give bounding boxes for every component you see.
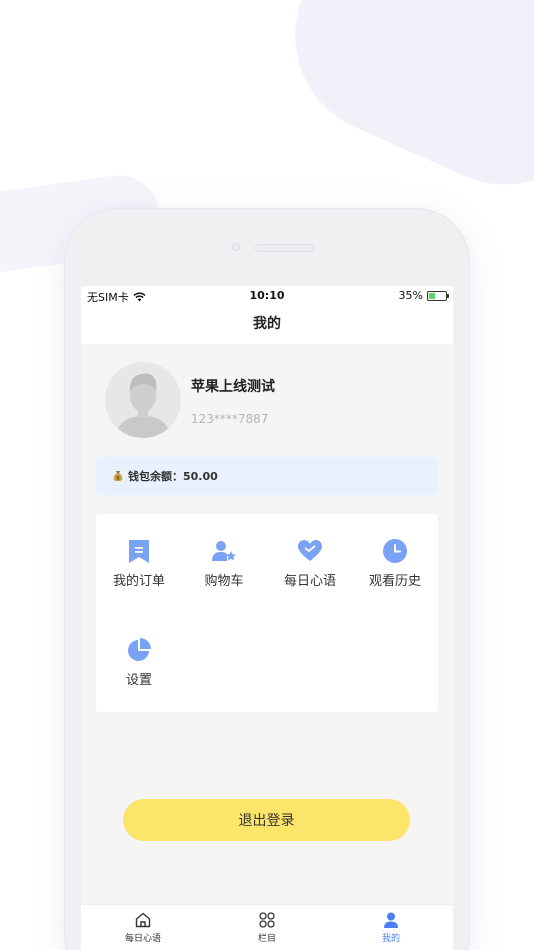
- money-bag-icon: $: [113, 471, 123, 482]
- menu-item-label: 设置: [125, 673, 152, 688]
- menu-grid: 我的订单 购物车 每日心语 观看历史 设置: [96, 514, 438, 712]
- menu-item-orders[interactable]: 我的订单: [96, 538, 182, 589]
- status-bar: 无SIM卡 10:10 35%: [81, 286, 453, 306]
- tab-mine[interactable]: 我的: [341, 911, 441, 944]
- tab-columns[interactable]: 栏目: [217, 911, 317, 944]
- menu-item-label: 观看历史: [368, 574, 421, 589]
- clock-icon: [383, 539, 407, 563]
- background-blob: [263, 0, 534, 217]
- tab-label: 我的: [381, 934, 400, 944]
- menu-item-settings[interactable]: 设置: [96, 637, 182, 688]
- phone-speaker: [255, 244, 315, 252]
- bookmark-icon: [129, 540, 149, 563]
- menu-item-cart[interactable]: 购物车: [181, 538, 267, 589]
- heart-icon: [298, 540, 322, 561]
- menu-item-label: 购物车: [204, 574, 244, 589]
- wallet-label: 钱包余额：50.00: [128, 470, 218, 483]
- wallet-balance-bar[interactable]: $ 钱包余额：50.00: [96, 457, 438, 495]
- tab-bar: 每日心语 栏目 我的: [81, 904, 453, 950]
- svg-text:$: $: [116, 476, 120, 482]
- tab-label: 栏目: [257, 934, 276, 944]
- phone-camera: [232, 243, 240, 251]
- profile-section[interactable]: 苹果上线测试 123****7887: [105, 362, 435, 442]
- status-time: 10:10: [249, 289, 285, 302]
- battery-percent: 35%: [398, 289, 423, 302]
- tab-daily-quote[interactable]: 每日心语: [93, 911, 193, 944]
- pie-chart-icon: [128, 638, 151, 661]
- home-icon: [135, 912, 151, 928]
- menu-item-history[interactable]: 观看历史: [352, 538, 438, 589]
- page-title: 我的: [81, 306, 453, 344]
- profile-name: 苹果上线测试: [191, 379, 275, 395]
- tab-label: 每日心语: [124, 934, 161, 944]
- app-screen: 无SIM卡 10:10 35% 我的 苹果上线测试 123****7887 $ …: [81, 286, 453, 950]
- default-avatar-icon: [105, 362, 181, 438]
- avatar[interactable]: [105, 362, 181, 438]
- menu-item-label: 每日心语: [283, 574, 336, 589]
- battery-icon: [427, 290, 449, 301]
- person-icon: [384, 912, 398, 928]
- logout-button[interactable]: 退出登录: [123, 799, 410, 841]
- status-right: 35%: [398, 289, 449, 302]
- menu-item-label: 我的订单: [112, 574, 165, 589]
- grid-icon: [259, 912, 275, 928]
- profile-phone: 123****7887: [191, 412, 269, 426]
- battery-fill: [429, 292, 435, 299]
- menu-item-daily-quote[interactable]: 每日心语: [267, 538, 353, 589]
- user-star-icon: [212, 541, 236, 561]
